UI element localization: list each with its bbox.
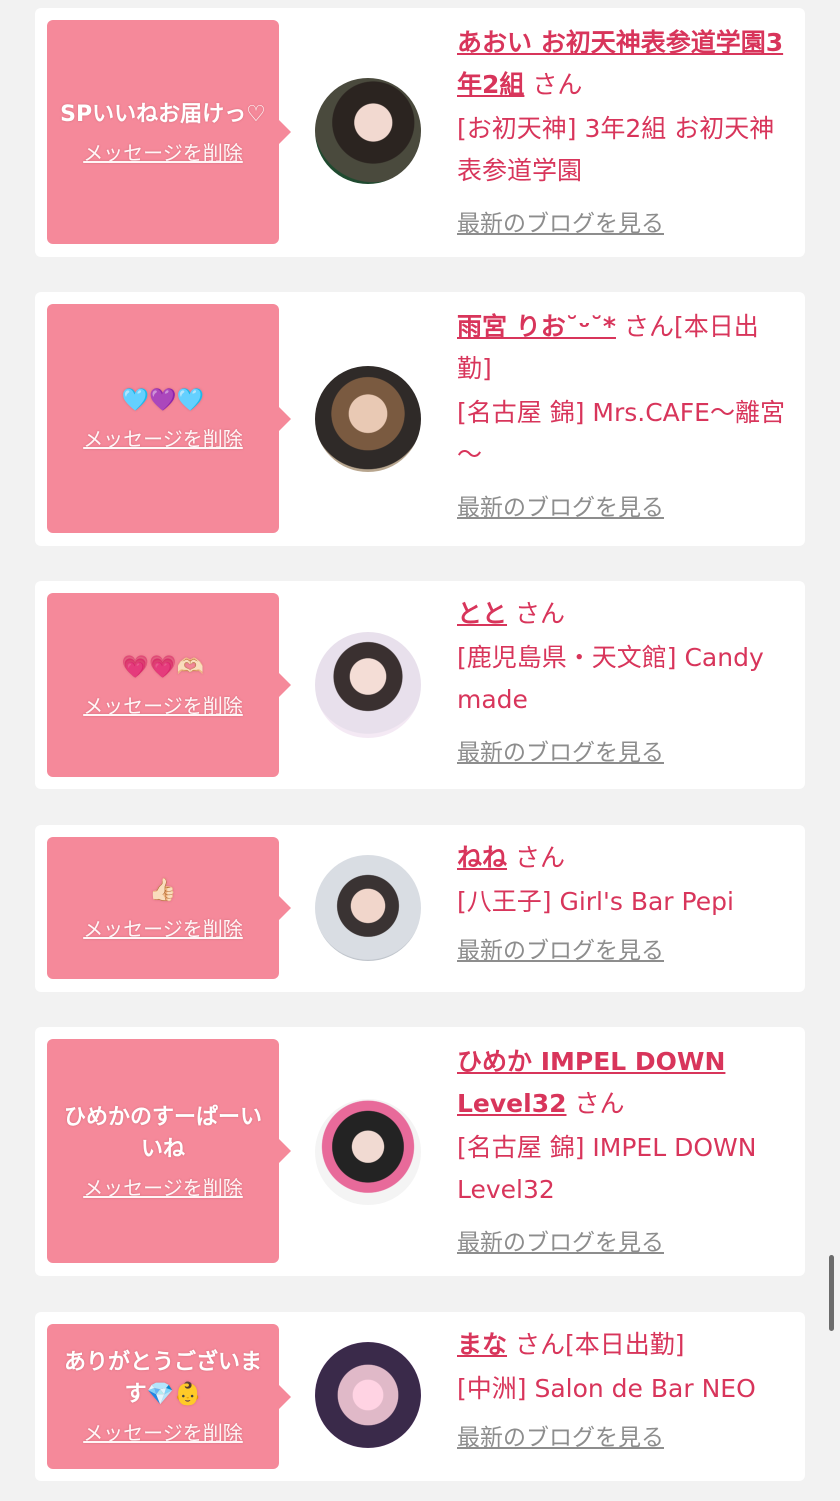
list-item: ありがとうございます💎👶 メッセージを削除 まな さん[本日出勤] [中洲] S…	[35, 1312, 805, 1481]
profile-info: ねね さん [八王子] Girl's Bar Pepi 最新のブログを見る	[457, 837, 793, 965]
shop-info: [お初天神] 3年2組 お初天神表参道学園	[457, 114, 775, 185]
shop-info: [名古屋 錦] Mrs.CAFE～離宮～	[457, 398, 785, 469]
message-text: ありがとうございます💎👶	[63, 1350, 262, 1407]
profile-info: 雨宮 りお˘ᵕ˘* さん[本日出勤] [名古屋 錦] Mrs.CAFE～離宮～ …	[457, 306, 793, 522]
latest-blog-link[interactable]: 最新のブログを見る	[457, 733, 664, 767]
honorific: さん	[574, 1089, 625, 1118]
list-item: 💗💗🫶🏻 メッセージを削除 とと さん [鹿児島県・天文館] Candy mad…	[35, 581, 805, 789]
delete-message-link[interactable]: メッセージを削除	[83, 423, 243, 452]
honorific: さん	[514, 843, 565, 872]
profile-name-link[interactable]: とと	[457, 599, 507, 628]
message-text: 💗💗🫶🏻	[121, 654, 205, 680]
avatar[interactable]	[315, 855, 421, 961]
list-item: 🩵💜🩵 メッセージを削除 雨宮 りお˘ᵕ˘* さん[本日出勤] [名古屋 錦] …	[35, 292, 805, 546]
delete-message-link[interactable]: メッセージを削除	[83, 1417, 243, 1446]
list-item: SPいいねお届けっ♡ メッセージを削除 あおい お初天神表参道学園3年2組 さん…	[35, 8, 805, 257]
profile-info: まな さん[本日出勤] [中洲] Salon de Bar NEO 最新のブログ…	[457, 1324, 793, 1452]
shop-info: [名古屋 錦] IMPEL DOWN Level32	[457, 1133, 757, 1204]
list-item: 👍🏻 メッセージを削除 ねね さん [八王子] Girl's Bar Pepi …	[35, 825, 805, 992]
shop-info: [八王子] Girl's Bar Pepi	[457, 887, 734, 916]
latest-blog-link[interactable]: 最新のブログを見る	[457, 488, 664, 522]
latest-blog-link[interactable]: 最新のブログを見る	[457, 1223, 664, 1257]
profile-name-link[interactable]: ねね	[457, 843, 507, 872]
profile-info: ひめか IMPEL DOWN Level32 さん [名古屋 錦] IMPEL …	[457, 1041, 793, 1257]
scrollbar[interactable]	[829, 1255, 834, 1331]
list-item: ひめかのすーぱーいいね メッセージを削除 ひめか IMPEL DOWN Leve…	[35, 1027, 805, 1276]
shop-info: [鹿児島県・天文館] Candy made	[457, 643, 764, 714]
message-text: 🩵💜🩵	[121, 388, 205, 413]
honorific: さん[本日出勤]	[514, 1330, 685, 1359]
avatar[interactable]	[315, 366, 421, 472]
honorific: さん	[532, 70, 583, 99]
profile-name-link[interactable]: あおい お初天神表参道学園3年2組	[457, 28, 783, 99]
latest-blog-link[interactable]: 最新のブログを見る	[457, 1418, 664, 1452]
message-text: SPいいねお届けっ♡	[60, 101, 266, 127]
avatar[interactable]	[315, 78, 421, 184]
delete-message-link[interactable]: メッセージを削除	[83, 913, 243, 942]
latest-blog-link[interactable]: 最新のブログを見る	[457, 931, 664, 965]
profile-info: あおい お初天神表参道学園3年2組 さん [お初天神] 3年2組 お初天神表参道…	[457, 22, 793, 238]
profile-info: とと さん [鹿児島県・天文館] Candy made 最新のブログを見る	[457, 593, 793, 767]
message-text: 👍🏻	[149, 877, 177, 903]
delete-message-link[interactable]: メッセージを削除	[83, 690, 243, 719]
delete-message-link[interactable]: メッセージを削除	[83, 1172, 243, 1201]
shop-info: [中洲] Salon de Bar NEO	[457, 1374, 756, 1403]
honorific: さん	[514, 599, 565, 628]
message-bubble: ありがとうございます💎👶 メッセージを削除	[47, 1324, 291, 1469]
avatar[interactable]	[315, 1342, 421, 1448]
message-bubble: ひめかのすーぱーいいね メッセージを削除	[47, 1039, 291, 1263]
message-bubble: 💗💗🫶🏻 メッセージを削除	[47, 593, 291, 777]
profile-name-link[interactable]: まな	[457, 1330, 507, 1359]
message-bubble: 🩵💜🩵 メッセージを削除	[47, 304, 291, 533]
latest-blog-link[interactable]: 最新のブログを見る	[457, 204, 664, 238]
delete-message-link[interactable]: メッセージを削除	[83, 137, 243, 166]
message-text: ひめかのすーぱーいいね	[63, 1104, 262, 1162]
avatar[interactable]	[315, 632, 421, 738]
message-bubble: 👍🏻 メッセージを削除	[47, 837, 291, 979]
profile-name-link[interactable]: 雨宮 りお˘ᵕ˘*	[457, 312, 616, 341]
avatar[interactable]	[315, 1099, 421, 1205]
message-bubble: SPいいねお届けっ♡ メッセージを削除	[47, 20, 291, 244]
